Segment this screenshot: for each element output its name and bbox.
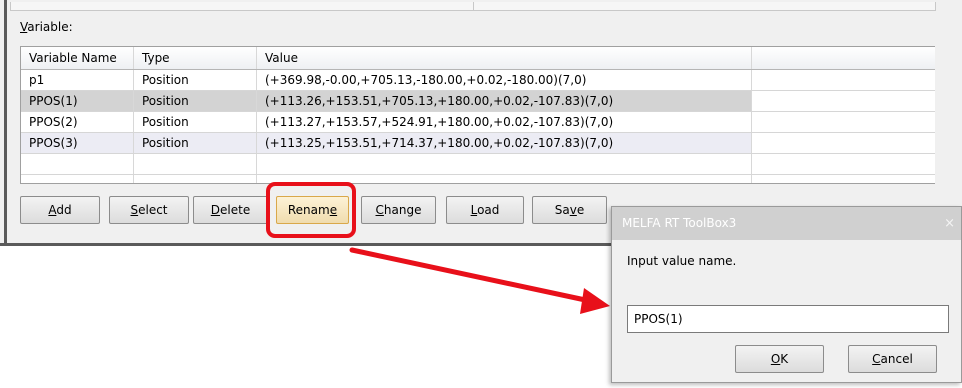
table-row-empty[interactable] bbox=[21, 175, 935, 183]
rename-dialog: MELFA RT ToolBox3 × Input value name. OK… bbox=[611, 206, 962, 383]
ok-mnemonic: O bbox=[770, 352, 781, 366]
cell-value bbox=[257, 154, 752, 174]
load-label-rest: oad bbox=[477, 203, 500, 217]
cell-extra bbox=[752, 133, 935, 153]
load-button[interactable]: Load bbox=[446, 196, 524, 224]
cell-type: Position bbox=[134, 70, 257, 90]
cell-value: (+113.25,+153.51,+714.37,+180.00,+0.02,-… bbox=[257, 133, 752, 153]
delete-mnemonic: D bbox=[210, 203, 221, 217]
cancel-label-rest: ancel bbox=[880, 352, 913, 366]
cell-type: Position bbox=[134, 112, 257, 132]
select-label-rest: elect bbox=[138, 203, 168, 217]
column-header-extra bbox=[752, 47, 935, 69]
table-row[interactable]: PPOS(2) Position (+113.27,+153.57,+524.9… bbox=[21, 112, 935, 133]
ok-button[interactable]: OK bbox=[735, 345, 824, 373]
variable-group-label: Variable: bbox=[20, 20, 73, 34]
cell-variable-name: PPOS(2) bbox=[21, 112, 134, 132]
table-row[interactable]: PPOS(3) Position (+113.25,+153.51,+714.3… bbox=[21, 133, 935, 154]
top-toolbar-strip bbox=[10, 2, 936, 11]
window-left-edge bbox=[4, 0, 7, 243]
change-label-rest: hange bbox=[383, 203, 422, 217]
change-button[interactable]: Change bbox=[361, 196, 436, 224]
change-mnemonic: C bbox=[375, 203, 384, 217]
select-mnemonic: S bbox=[130, 203, 139, 217]
cell-extra bbox=[752, 154, 935, 174]
cell-extra bbox=[752, 70, 935, 90]
cell-variable-name bbox=[21, 175, 134, 183]
cell-type: Position bbox=[134, 91, 257, 111]
delete-button[interactable]: Delete bbox=[193, 196, 268, 224]
cell-extra bbox=[752, 175, 935, 183]
ok-label-rest: K bbox=[780, 352, 789, 366]
cell-variable-name: p1 bbox=[21, 70, 134, 90]
save-label-head: Sa bbox=[554, 203, 570, 217]
save-button[interactable]: Save bbox=[532, 196, 607, 224]
cell-value: (+113.27,+153.57,+524.91,+180.00,+0.02,-… bbox=[257, 112, 752, 132]
dialog-prompt: Input value name. bbox=[627, 254, 737, 268]
add-button[interactable]: Add bbox=[20, 196, 100, 224]
cell-variable-name: PPOS(3) bbox=[21, 133, 134, 153]
cell-type: Position bbox=[134, 133, 257, 153]
cell-extra bbox=[752, 112, 935, 132]
cell-value: (+369.98,-0.00,+705.13,-180.00,+0.02,-18… bbox=[257, 70, 752, 90]
delete-label-rest: elete bbox=[220, 203, 251, 217]
column-header-variable-name[interactable]: Variable Name bbox=[21, 47, 134, 69]
column-header-value[interactable]: Value bbox=[257, 47, 752, 69]
save-mnemonic: v bbox=[569, 203, 577, 217]
table-row[interactable]: p1 Position (+369.98,-0.00,+705.13,-180.… bbox=[21, 70, 935, 91]
variable-table[interactable]: Variable Name Type Value p1 Position (+3… bbox=[20, 46, 935, 184]
dialog-title: MELFA RT ToolBox3 bbox=[622, 216, 737, 230]
column-header-type[interactable]: Type bbox=[134, 47, 257, 69]
table-row-empty[interactable] bbox=[21, 154, 935, 175]
cell-variable-name: PPOS(1) bbox=[21, 91, 134, 111]
table-row-selected[interactable]: PPOS(1) Position (+113.26,+153.51,+705.1… bbox=[21, 91, 935, 112]
close-icon[interactable]: × bbox=[944, 207, 955, 240]
rename-highlight-box bbox=[266, 182, 356, 238]
cell-extra bbox=[752, 91, 935, 111]
table-header: Variable Name Type Value bbox=[21, 47, 935, 70]
add-label-rest: dd bbox=[56, 203, 72, 217]
select-button[interactable]: Select bbox=[109, 196, 189, 224]
cancel-button[interactable]: Cancel bbox=[848, 345, 937, 373]
variable-name-input[interactable] bbox=[627, 305, 949, 333]
top-strip-separator bbox=[473, 2, 474, 10]
cell-value: (+113.26,+153.51,+705.13,+180.00,+0.02,-… bbox=[257, 91, 752, 111]
cancel-mnemonic: C bbox=[872, 352, 881, 366]
cell-variable-name bbox=[21, 154, 134, 174]
cell-type bbox=[134, 175, 257, 183]
cell-type bbox=[134, 154, 257, 174]
save-label-tail: e bbox=[576, 203, 585, 217]
dialog-title-bar: MELFA RT ToolBox3 × bbox=[612, 207, 961, 240]
